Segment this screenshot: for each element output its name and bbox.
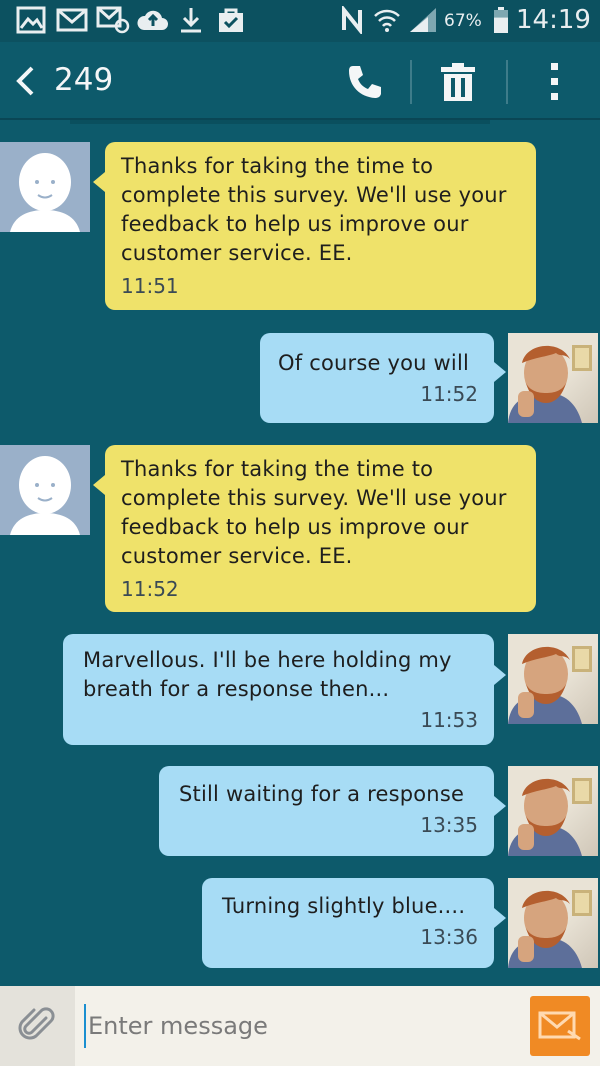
profile-photo-icon bbox=[508, 646, 592, 724]
message-time: 13:36 bbox=[420, 925, 478, 949]
back-button[interactable] bbox=[12, 64, 42, 98]
clock: 14:19 bbox=[516, 5, 591, 35]
message-bubble-incoming[interactable]: Thanks for taking the time to complete t… bbox=[105, 142, 536, 310]
bubble-tail bbox=[494, 908, 506, 928]
message-time: 11:52 bbox=[420, 382, 478, 406]
message-bubble-outgoing[interactable]: Marvellous. I'll be here holding my brea… bbox=[63, 634, 494, 745]
trash-icon bbox=[441, 63, 475, 101]
battery-icon bbox=[492, 6, 510, 34]
overflow-menu-icon bbox=[551, 63, 558, 100]
call-button[interactable] bbox=[334, 56, 394, 108]
scroll-edge bbox=[70, 120, 490, 124]
my-avatar[interactable] bbox=[508, 634, 598, 724]
status-bar: 67% 14:19 bbox=[0, 0, 600, 42]
contact-avatar[interactable] bbox=[0, 142, 90, 232]
message-bubble-incoming[interactable]: Thanks for taking the time to complete t… bbox=[105, 445, 536, 612]
message-time: 11:52 bbox=[121, 577, 179, 601]
header-divider bbox=[410, 60, 412, 104]
message-time: 11:53 bbox=[420, 708, 478, 732]
message-text: Of course you will bbox=[278, 351, 470, 375]
bubble-tail bbox=[93, 172, 105, 192]
message-text: Thanks for taking the time to complete t… bbox=[121, 457, 507, 568]
battery-percent: 67% bbox=[444, 11, 482, 31]
attach-button[interactable] bbox=[0, 986, 75, 1066]
message-thread[interactable]: Thanks for taking the time to complete t… bbox=[0, 120, 600, 986]
message-bubble-outgoing[interactable]: Of course you will 11:52 bbox=[260, 333, 494, 423]
bubble-tail bbox=[494, 665, 506, 685]
delete-button[interactable] bbox=[428, 56, 488, 108]
gallery-notification-icon bbox=[16, 6, 46, 34]
message-text: Thanks for taking the time to complete t… bbox=[121, 154, 507, 265]
message-input[interactable] bbox=[84, 1004, 504, 1048]
message-text: Turning slightly blue.... bbox=[222, 894, 466, 918]
bubble-tail bbox=[494, 362, 506, 382]
message-composer bbox=[0, 986, 600, 1066]
cloud-upload-icon bbox=[136, 6, 170, 34]
message-bubble-outgoing[interactable]: Turning slightly blue.... 13:36 bbox=[202, 878, 494, 968]
my-avatar[interactable] bbox=[508, 878, 598, 968]
default-person-icon bbox=[10, 153, 80, 232]
more-options-button[interactable] bbox=[524, 56, 584, 108]
message-time: 11:51 bbox=[121, 274, 179, 298]
my-avatar[interactable] bbox=[508, 766, 598, 856]
conversation-title: 249 bbox=[54, 62, 114, 98]
conversation-header: 249 bbox=[0, 42, 600, 120]
profile-photo-icon bbox=[508, 778, 592, 856]
message-text: Marvellous. I'll be here holding my brea… bbox=[83, 648, 452, 701]
profile-photo-icon bbox=[508, 890, 592, 968]
chevron-left-icon bbox=[16, 66, 34, 96]
message-text: Still waiting for a response bbox=[179, 782, 465, 806]
message-bubble-outgoing[interactable]: Still waiting for a response 13:35 bbox=[159, 766, 494, 856]
message-time: 13:35 bbox=[420, 813, 478, 837]
nfc-icon bbox=[340, 6, 366, 34]
paperclip-icon bbox=[18, 1007, 55, 1040]
header-divider bbox=[506, 60, 508, 104]
bubble-tail bbox=[494, 796, 506, 816]
gmail-notification-icon bbox=[56, 6, 88, 34]
profile-photo-icon bbox=[508, 345, 592, 423]
shopping-bag-check-icon bbox=[216, 6, 246, 34]
contact-avatar[interactable] bbox=[0, 445, 90, 535]
my-avatar[interactable] bbox=[508, 333, 598, 423]
email-notification-icon bbox=[96, 6, 130, 34]
download-icon bbox=[178, 6, 204, 34]
wifi-icon bbox=[372, 6, 402, 34]
default-person-icon bbox=[10, 456, 80, 535]
bubble-tail bbox=[93, 475, 105, 495]
send-envelope-icon bbox=[538, 1011, 581, 1041]
signal-strength-icon bbox=[408, 6, 438, 34]
phone-icon bbox=[349, 66, 381, 98]
send-button[interactable] bbox=[530, 996, 590, 1056]
